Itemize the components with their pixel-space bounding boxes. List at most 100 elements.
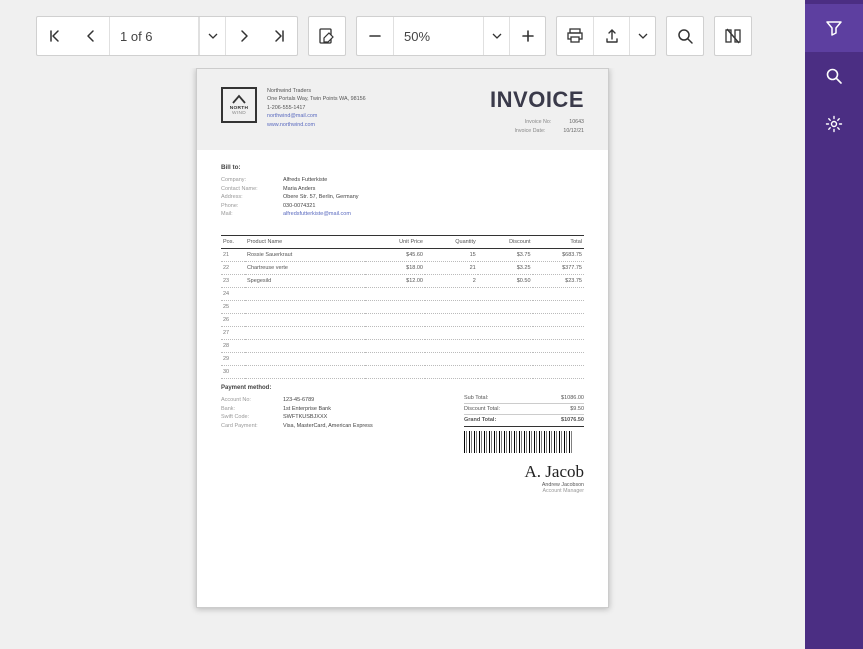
sidebar-search-button[interactable] [805, 52, 863, 100]
cell-total [533, 353, 585, 366]
last-page-button[interactable] [261, 17, 297, 55]
col-qty: Quantity [425, 236, 478, 249]
billto-heading: Bill to: [221, 164, 584, 171]
cell-discount [478, 353, 533, 366]
cell-pos: 21 [221, 249, 245, 262]
toolbar: 1 of 6 50% [0, 0, 805, 68]
page-dropdown-toggle[interactable] [199, 17, 225, 55]
prev-page-button[interactable] [73, 17, 109, 55]
table-row: 25 [221, 301, 584, 314]
card-value: Visa, MasterCard, American Express [283, 423, 444, 429]
edit-button[interactable] [309, 17, 345, 55]
cell-qty: 21 [425, 262, 478, 275]
cell-product [245, 288, 365, 301]
cell-unit [365, 288, 425, 301]
search-button[interactable] [667, 17, 703, 55]
address-label: Address: [221, 194, 283, 200]
cell-qty [425, 340, 478, 353]
cell-discount [478, 366, 533, 379]
cell-total [533, 366, 585, 379]
sender-web: www.northwind.com [267, 121, 366, 129]
sender-phone: 1-206-555-1417 [267, 104, 366, 112]
cell-discount [478, 340, 533, 353]
search-group [666, 16, 704, 56]
bank-label: Bank: [221, 406, 283, 412]
cell-discount: $0.50 [478, 275, 533, 288]
cell-unit: $12.00 [365, 275, 425, 288]
subtotal-value: $1086.00 [561, 395, 584, 401]
subtotal-label: Sub Total: [464, 395, 488, 401]
document-page: NORTH WIND Northwind Traders One Portals… [196, 68, 609, 608]
zoom-dropdown-toggle[interactable] [483, 17, 509, 55]
document-viewer: 1 of 6 50% [0, 0, 805, 649]
table-row: 30 [221, 366, 584, 379]
zoom-group: 50% [356, 16, 546, 56]
cell-pos: 29 [221, 353, 245, 366]
export-button[interactable] [593, 17, 629, 55]
cell-qty [425, 366, 478, 379]
export-dropdown-toggle[interactable] [629, 17, 655, 55]
cell-product [245, 301, 365, 314]
discount-total-label: Discount Total: [464, 406, 500, 412]
cell-qty: 2 [425, 275, 478, 288]
phone-value: 030-0074321 [283, 203, 584, 209]
signature-role: Account Manager [464, 488, 584, 494]
table-row: 24 [221, 288, 584, 301]
table-row: 23Spegesild$12.002$0.50$23.75 [221, 275, 584, 288]
cell-unit: $18.00 [365, 262, 425, 275]
filter-button[interactable] [805, 4, 863, 52]
col-total: Total [533, 236, 585, 249]
billto-grid: Company:Alfreds Futterkiste Contact Name… [221, 177, 584, 217]
cell-product [245, 327, 365, 340]
cell-product: Rossie Sauerkraut [245, 249, 365, 262]
cell-product [245, 366, 365, 379]
cell-unit [365, 314, 425, 327]
cell-discount [478, 314, 533, 327]
cell-total: $683.75 [533, 249, 585, 262]
discount-total-value: $9.50 [570, 406, 584, 412]
page-indicator[interactable]: 1 of 6 [109, 17, 199, 55]
company-label: Company: [221, 177, 283, 183]
table-row: 28 [221, 340, 584, 353]
company-logo: NORTH WIND [221, 87, 257, 123]
payment-heading: Payment method: [221, 385, 444, 391]
cell-qty [425, 314, 478, 327]
cell-qty [425, 327, 478, 340]
bank-value: 1st Enterprise Bank [283, 406, 444, 412]
cell-pos: 24 [221, 288, 245, 301]
cell-pos: 25 [221, 301, 245, 314]
multipage-toggle-button[interactable] [715, 17, 751, 55]
table-row: 29 [221, 353, 584, 366]
cell-unit [365, 340, 425, 353]
company-value: Alfreds Futterkiste [283, 177, 584, 183]
settings-button[interactable] [805, 100, 863, 148]
cell-pos: 28 [221, 340, 245, 353]
cell-product [245, 314, 365, 327]
toggle-group [714, 16, 752, 56]
grand-total-value: $1076.50 [561, 417, 584, 423]
invoice-date-label: Invoice Date: [514, 127, 545, 136]
first-page-button[interactable] [37, 17, 73, 55]
invoice-no-label: Invoice No: [525, 118, 552, 127]
signature-block: A. Jacob Andrew Jacobson Account Manager [464, 463, 584, 494]
table-row: 22Chartreuse verte$18.0021$3.25$377.75 [221, 262, 584, 275]
phone-label: Phone: [221, 203, 283, 209]
cell-unit [365, 327, 425, 340]
print-button[interactable] [557, 17, 593, 55]
cell-pos: 26 [221, 314, 245, 327]
right-sidebar [805, 0, 863, 649]
paging-group: 1 of 6 [36, 16, 298, 56]
cell-product [245, 340, 365, 353]
next-page-button[interactable] [225, 17, 261, 55]
zoom-out-button[interactable] [357, 17, 393, 55]
contact-label: Contact Name: [221, 186, 283, 192]
cell-unit: $45.60 [365, 249, 425, 262]
col-pos: Pos. [221, 236, 245, 249]
cell-unit [365, 353, 425, 366]
mail-label: Mail: [221, 211, 283, 217]
cell-total [533, 301, 585, 314]
zoom-level[interactable]: 50% [393, 17, 483, 55]
cell-pos: 30 [221, 366, 245, 379]
invoice-title: INVOICE [490, 87, 584, 113]
zoom-in-button[interactable] [509, 17, 545, 55]
